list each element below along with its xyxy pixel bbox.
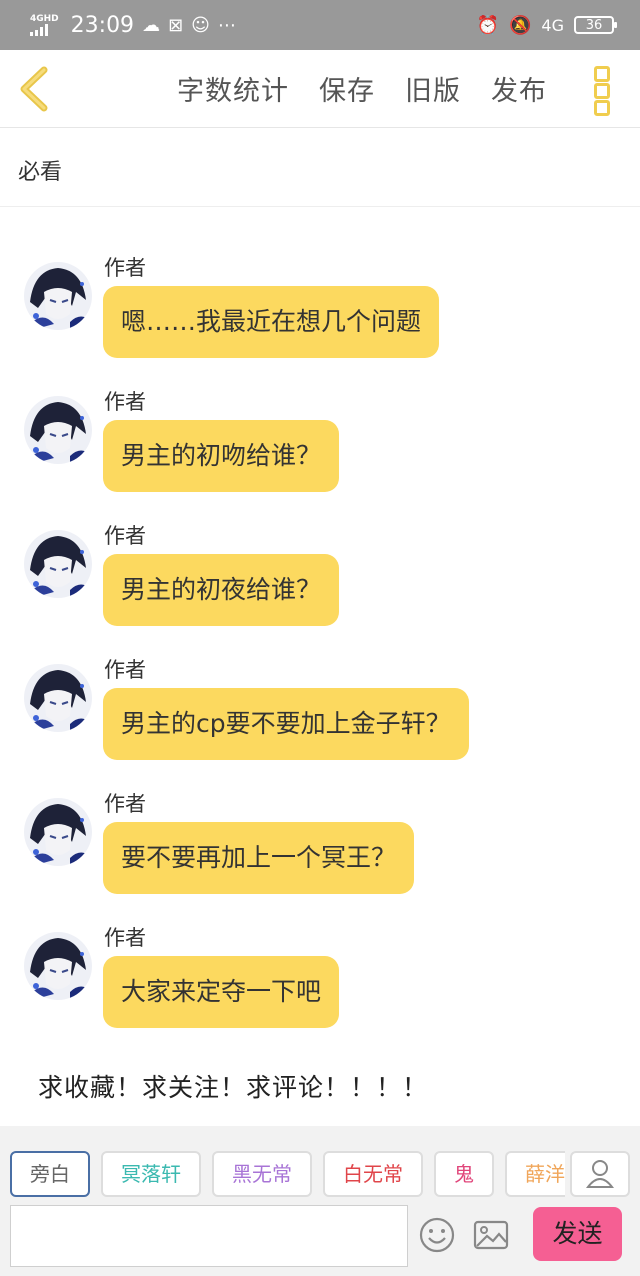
sender-name: 作者: [104, 256, 146, 280]
avatar[interactable]: [24, 262, 92, 330]
message-bubble[interactable]: 男主的cp要不要加上金子轩？: [103, 688, 469, 760]
sender-name: 作者: [104, 792, 146, 816]
clock: 23:09: [70, 12, 135, 38]
old-version-button[interactable]: 旧版: [405, 69, 461, 108]
avatar[interactable]: [24, 932, 92, 1000]
chapter-title: 必看: [18, 160, 63, 185]
signal-icon: 4GHD: [30, 14, 59, 36]
message-bubble[interactable]: 男主的初吻给谁？: [103, 420, 340, 492]
character-bar: 旁白 冥落轩 黑无常 白无常鬼薛洋: [10, 1151, 565, 1197]
alarm-icon: ⏰: [476, 14, 499, 36]
sender-name: 作者: [104, 524, 146, 548]
character-chip[interactable]: 薛洋: [505, 1151, 565, 1197]
avatar[interactable]: [24, 396, 92, 464]
message-input[interactable]: [10, 1205, 408, 1267]
sender-name: 作者: [104, 390, 146, 414]
send-button[interactable]: 发送: [533, 1207, 622, 1261]
battery-level: 36: [585, 17, 603, 33]
save-button[interactable]: 保存: [319, 69, 375, 108]
sender-name: 作者: [104, 926, 146, 950]
sender-name: 作者: [104, 658, 146, 682]
character-chip[interactable]: 黑无常: [212, 1151, 312, 1197]
message-bubble[interactable]: 要不要再加上一个冥王？: [103, 822, 415, 894]
word-count-button[interactable]: 字数统计: [177, 69, 289, 108]
network-type: 4GHD: [30, 14, 59, 24]
more-icon: ⋯: [217, 14, 236, 36]
top-nav: 字数统计 保存 旧版 发布: [0, 50, 640, 128]
chapter-title-field[interactable]: 必看: [0, 128, 640, 207]
message-bubble[interactable]: 嗯……我最近在想几个问题: [103, 286, 440, 358]
publish-button[interactable]: 发布: [491, 69, 547, 108]
character-chip[interactable]: 白无常: [323, 1151, 423, 1197]
sim-off-icon: ⊠: [168, 14, 184, 36]
mute-bell-icon: 🔕: [509, 14, 532, 36]
chat-icon: ☺: [191, 14, 210, 36]
user-icon[interactable]: [570, 1151, 630, 1197]
message-bubble[interactable]: 男主的初夜给谁？: [103, 554, 340, 626]
avatar[interactable]: [24, 530, 92, 598]
sim-indicator: 4G: [541, 15, 564, 35]
message-bubble[interactable]: 大家来定夺一下吧: [103, 956, 340, 1028]
character-chip[interactable]: 旁白: [10, 1151, 90, 1197]
battery-icon: 36: [574, 16, 617, 34]
outro-text: 求收藏！求关注！求评论！！！！: [38, 1073, 429, 1102]
status-bar: 4GHD 23:09 ☁ ⊠ ☺ ⋯ ⏰ 🔕 4G 36: [0, 0, 640, 50]
image-icon[interactable]: [472, 1216, 510, 1254]
composer: 旁白 冥落轩 黑无常 白无常鬼薛洋 发送: [0, 1126, 640, 1276]
cloud-icon: ☁: [142, 14, 161, 36]
emoji-icon[interactable]: [418, 1216, 456, 1254]
avatar[interactable]: [24, 798, 92, 866]
avatar[interactable]: [24, 664, 92, 732]
chevron-left-icon[interactable]: [14, 64, 54, 114]
vertical-dots-icon[interactable]: [594, 66, 616, 116]
character-chip[interactable]: 冥落轩: [101, 1151, 201, 1197]
character-chip[interactable]: 鬼: [434, 1151, 494, 1197]
